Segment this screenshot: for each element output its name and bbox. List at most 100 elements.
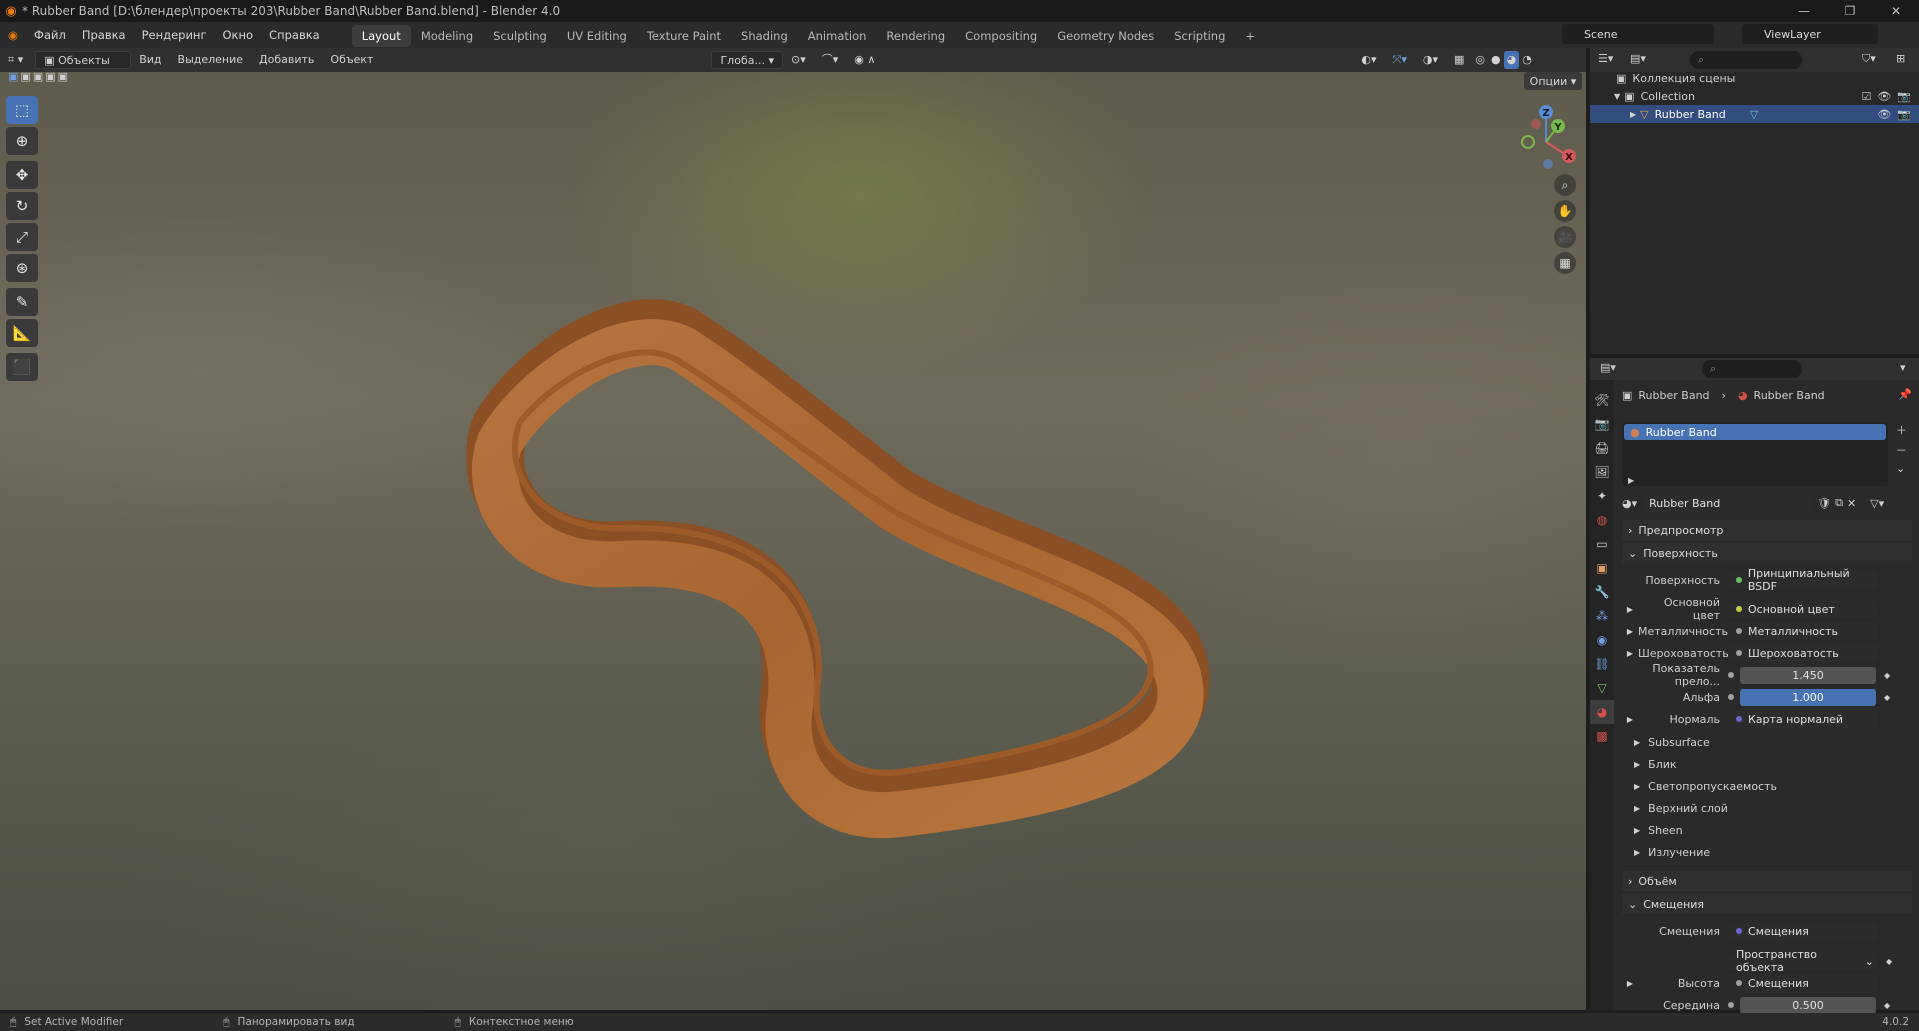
visibility-icon[interactable]: ◐▾ bbox=[1353, 51, 1384, 69]
object-expand-icon[interactable]: ▶ bbox=[1630, 110, 1636, 119]
transform-orientation-dropdown[interactable]: Глоба... ▾ bbox=[711, 51, 783, 69]
menu-select[interactable]: Выделение bbox=[170, 51, 252, 69]
collection-checkbox-icon[interactable]: ☑ bbox=[1861, 90, 1871, 103]
pan-hand-icon[interactable]: ✋ bbox=[1554, 200, 1576, 222]
displacement-field[interactable]: Смещения bbox=[1728, 922, 1878, 940]
remove-slot-button[interactable]: － bbox=[1896, 442, 1912, 458]
select-new-icon[interactable]: ▣ bbox=[8, 72, 18, 83]
menu-render[interactable]: Рендеринг bbox=[134, 22, 215, 48]
tab-uv-editing[interactable]: UV Editing bbox=[557, 25, 637, 47]
add-workspace-button[interactable]: + bbox=[1235, 25, 1265, 47]
tab-shading[interactable]: Shading bbox=[731, 25, 798, 47]
scene-selector[interactable]: Scene bbox=[1562, 24, 1714, 44]
height-field[interactable]: Смещения bbox=[1728, 974, 1878, 992]
mesh-data-icon[interactable]: ▽ bbox=[1750, 108, 1758, 121]
display-mode-icon[interactable]: ▤▾ bbox=[1630, 52, 1646, 65]
fake-user-shield-icon[interactable]: 🛡 bbox=[1817, 497, 1831, 510]
view-layer-tab-icon[interactable]: 🖼 bbox=[1590, 460, 1614, 484]
height-expand-icon[interactable]: ▶ bbox=[1622, 979, 1638, 988]
properties-search-input[interactable]: ⌕ bbox=[1702, 360, 1802, 378]
output-tab-icon[interactable]: 🖨 bbox=[1590, 436, 1614, 460]
material-tab-icon[interactable]: ◕ bbox=[1590, 700, 1614, 724]
subpanel-specular[interactable]: ▶ Блик bbox=[1634, 755, 1677, 773]
maximize-button[interactable]: ❐ bbox=[1827, 0, 1873, 22]
select-box-tool-icon[interactable]: ⬚ bbox=[6, 96, 38, 124]
tab-compositing[interactable]: Compositing bbox=[955, 25, 1047, 47]
mode-selector[interactable]: ▣ Объекты bbox=[35, 51, 132, 69]
menu-help[interactable]: Справка bbox=[261, 22, 328, 48]
space-keyframe-icon[interactable]: ◆ bbox=[1886, 957, 1892, 966]
object-tab-icon[interactable]: ▣ bbox=[1590, 556, 1614, 580]
minimize-button[interactable]: — bbox=[1781, 0, 1827, 22]
tab-rendering[interactable]: Rendering bbox=[876, 25, 955, 47]
select-extend-icon[interactable]: ▣ bbox=[20, 72, 30, 83]
material-slot-item[interactable]: ● Rubber Band bbox=[1624, 424, 1886, 440]
object-visibility-eye-icon[interactable]: 👁 bbox=[1877, 108, 1891, 121]
roughness-expand-icon[interactable]: ▶ bbox=[1622, 649, 1638, 658]
select-subtract-icon[interactable]: ▣ bbox=[33, 72, 43, 83]
subpanel-emission[interactable]: ▶ Излучение bbox=[1634, 843, 1710, 861]
annotate-tool-icon[interactable]: ✎ bbox=[6, 288, 38, 316]
view-layer-selector[interactable]: ViewLayer bbox=[1742, 24, 1878, 44]
subpanel-sheen[interactable]: ▶ Sheen bbox=[1634, 821, 1683, 839]
menu-object[interactable]: Объект bbox=[322, 51, 381, 69]
roughness-field[interactable]: Шероховатость bbox=[1728, 644, 1878, 662]
navigation-gizmo[interactable]: Z Y X bbox=[1506, 102, 1586, 182]
tab-texture-paint[interactable]: Texture Paint bbox=[637, 25, 731, 47]
editor-type-icon[interactable]: ⌗ ▾ bbox=[0, 51, 31, 69]
ior-field[interactable]: 1.450 bbox=[1740, 666, 1876, 684]
camera-view-icon[interactable]: 🎥 bbox=[1554, 226, 1576, 248]
shading-wireframe-icon[interactable]: ◎ bbox=[1472, 51, 1488, 69]
preview-section[interactable]: › Предпросмотр bbox=[1622, 520, 1912, 540]
zoom-icon[interactable]: ⌕ bbox=[1554, 174, 1576, 196]
blender-menu-icon[interactable]: ◉ bbox=[0, 22, 26, 48]
properties-options-chevron-icon[interactable]: ▾ bbox=[1900, 361, 1906, 374]
metallic-expand-icon[interactable]: ▶ bbox=[1622, 627, 1638, 636]
unlink-material-icon[interactable]: ✕ bbox=[1847, 497, 1856, 510]
shading-material-icon[interactable]: ◕ bbox=[1503, 51, 1520, 69]
properties-editor-type-icon[interactable]: ▤▾ bbox=[1600, 361, 1616, 374]
subpanel-transmission[interactable]: ▶ Светопропускаемость bbox=[1634, 777, 1777, 795]
close-button[interactable]: ✕ bbox=[1873, 0, 1919, 22]
grid-view-icon[interactable]: ▦ bbox=[1554, 252, 1576, 274]
overlay-toggle-icon[interactable]: ◑▾ bbox=[1415, 51, 1446, 69]
menu-add[interactable]: Добавить bbox=[251, 51, 322, 69]
menu-window[interactable]: Окно bbox=[214, 22, 261, 48]
displacement-section[interactable]: ⌄ Смещения bbox=[1622, 894, 1912, 914]
ior-keyframe-icon[interactable]: ◆ bbox=[1884, 671, 1890, 680]
collection-render-camera-icon[interactable]: 📷 bbox=[1897, 90, 1911, 103]
scene-tab-icon[interactable]: ✦ bbox=[1590, 484, 1614, 508]
tab-layout[interactable]: Layout bbox=[351, 25, 411, 47]
snap-icon[interactable]: ⌒▾ bbox=[814, 51, 847, 69]
material-browse-icon[interactable]: ◕▾ bbox=[1622, 497, 1637, 510]
normal-expand-icon[interactable]: ▶ bbox=[1622, 715, 1638, 724]
menu-file[interactable]: Файл bbox=[26, 22, 74, 48]
object-render-camera-icon[interactable]: 📷 bbox=[1897, 108, 1911, 121]
xray-icon[interactable]: ▦ bbox=[1446, 51, 1472, 69]
duplicate-material-icon[interactable]: ⧉ bbox=[1835, 496, 1843, 510]
modifier-tab-icon[interactable]: 🔧 bbox=[1590, 580, 1614, 604]
new-collection-icon[interactable]: ⊞ bbox=[1896, 52, 1905, 65]
select-intersect-icon[interactable]: ▣ bbox=[58, 72, 68, 83]
tab-animation[interactable]: Animation bbox=[798, 25, 877, 47]
outliner-editor-type-icon[interactable]: ☰▾ bbox=[1598, 52, 1613, 65]
pivot-icon[interactable]: ⊙▾ bbox=[783, 51, 814, 69]
select-invert-icon[interactable]: ▣ bbox=[45, 72, 55, 83]
filter-icon[interactable]: ⛉▾ bbox=[1862, 52, 1876, 66]
volume-section[interactable]: › Объём bbox=[1622, 871, 1912, 891]
gizmo-toggle-icon[interactable]: ⤧▾ bbox=[1385, 51, 1415, 69]
texture-tab-icon[interactable]: ▩ bbox=[1590, 724, 1614, 748]
base-color-expand-icon[interactable]: ▶ bbox=[1622, 605, 1638, 614]
collection-tab-icon[interactable]: ▭ bbox=[1590, 532, 1614, 556]
space-dropdown[interactable]: Пространство объекта ⌄ bbox=[1728, 948, 1878, 974]
world-tab-icon[interactable]: ◍ bbox=[1590, 508, 1614, 532]
gizmo-neg-x-axis[interactable] bbox=[1531, 119, 1541, 129]
midlevel-field[interactable]: 0.500 bbox=[1740, 996, 1876, 1014]
subpanel-coat[interactable]: ▶ Верхний слой bbox=[1634, 799, 1728, 817]
slot-menu-chevron-icon[interactable]: ⌄ bbox=[1896, 462, 1912, 475]
particles-tab-icon[interactable]: ⁂ bbox=[1590, 604, 1614, 628]
gizmo-neg-z-axis[interactable] bbox=[1543, 159, 1553, 169]
shading-rendered-icon[interactable]: ◔ bbox=[1519, 51, 1535, 69]
render-tab-icon[interactable]: 📷 bbox=[1590, 412, 1614, 436]
3d-viewport[interactable]: ⬚ ⊕ ✥ ↻ ⤢ ⊛ ✎ 📐 ⬛ ▣ ▣ ▣ ▣ ▣ Z Y X ⌕ ✋ 🎥 … bbox=[0, 72, 1586, 1010]
